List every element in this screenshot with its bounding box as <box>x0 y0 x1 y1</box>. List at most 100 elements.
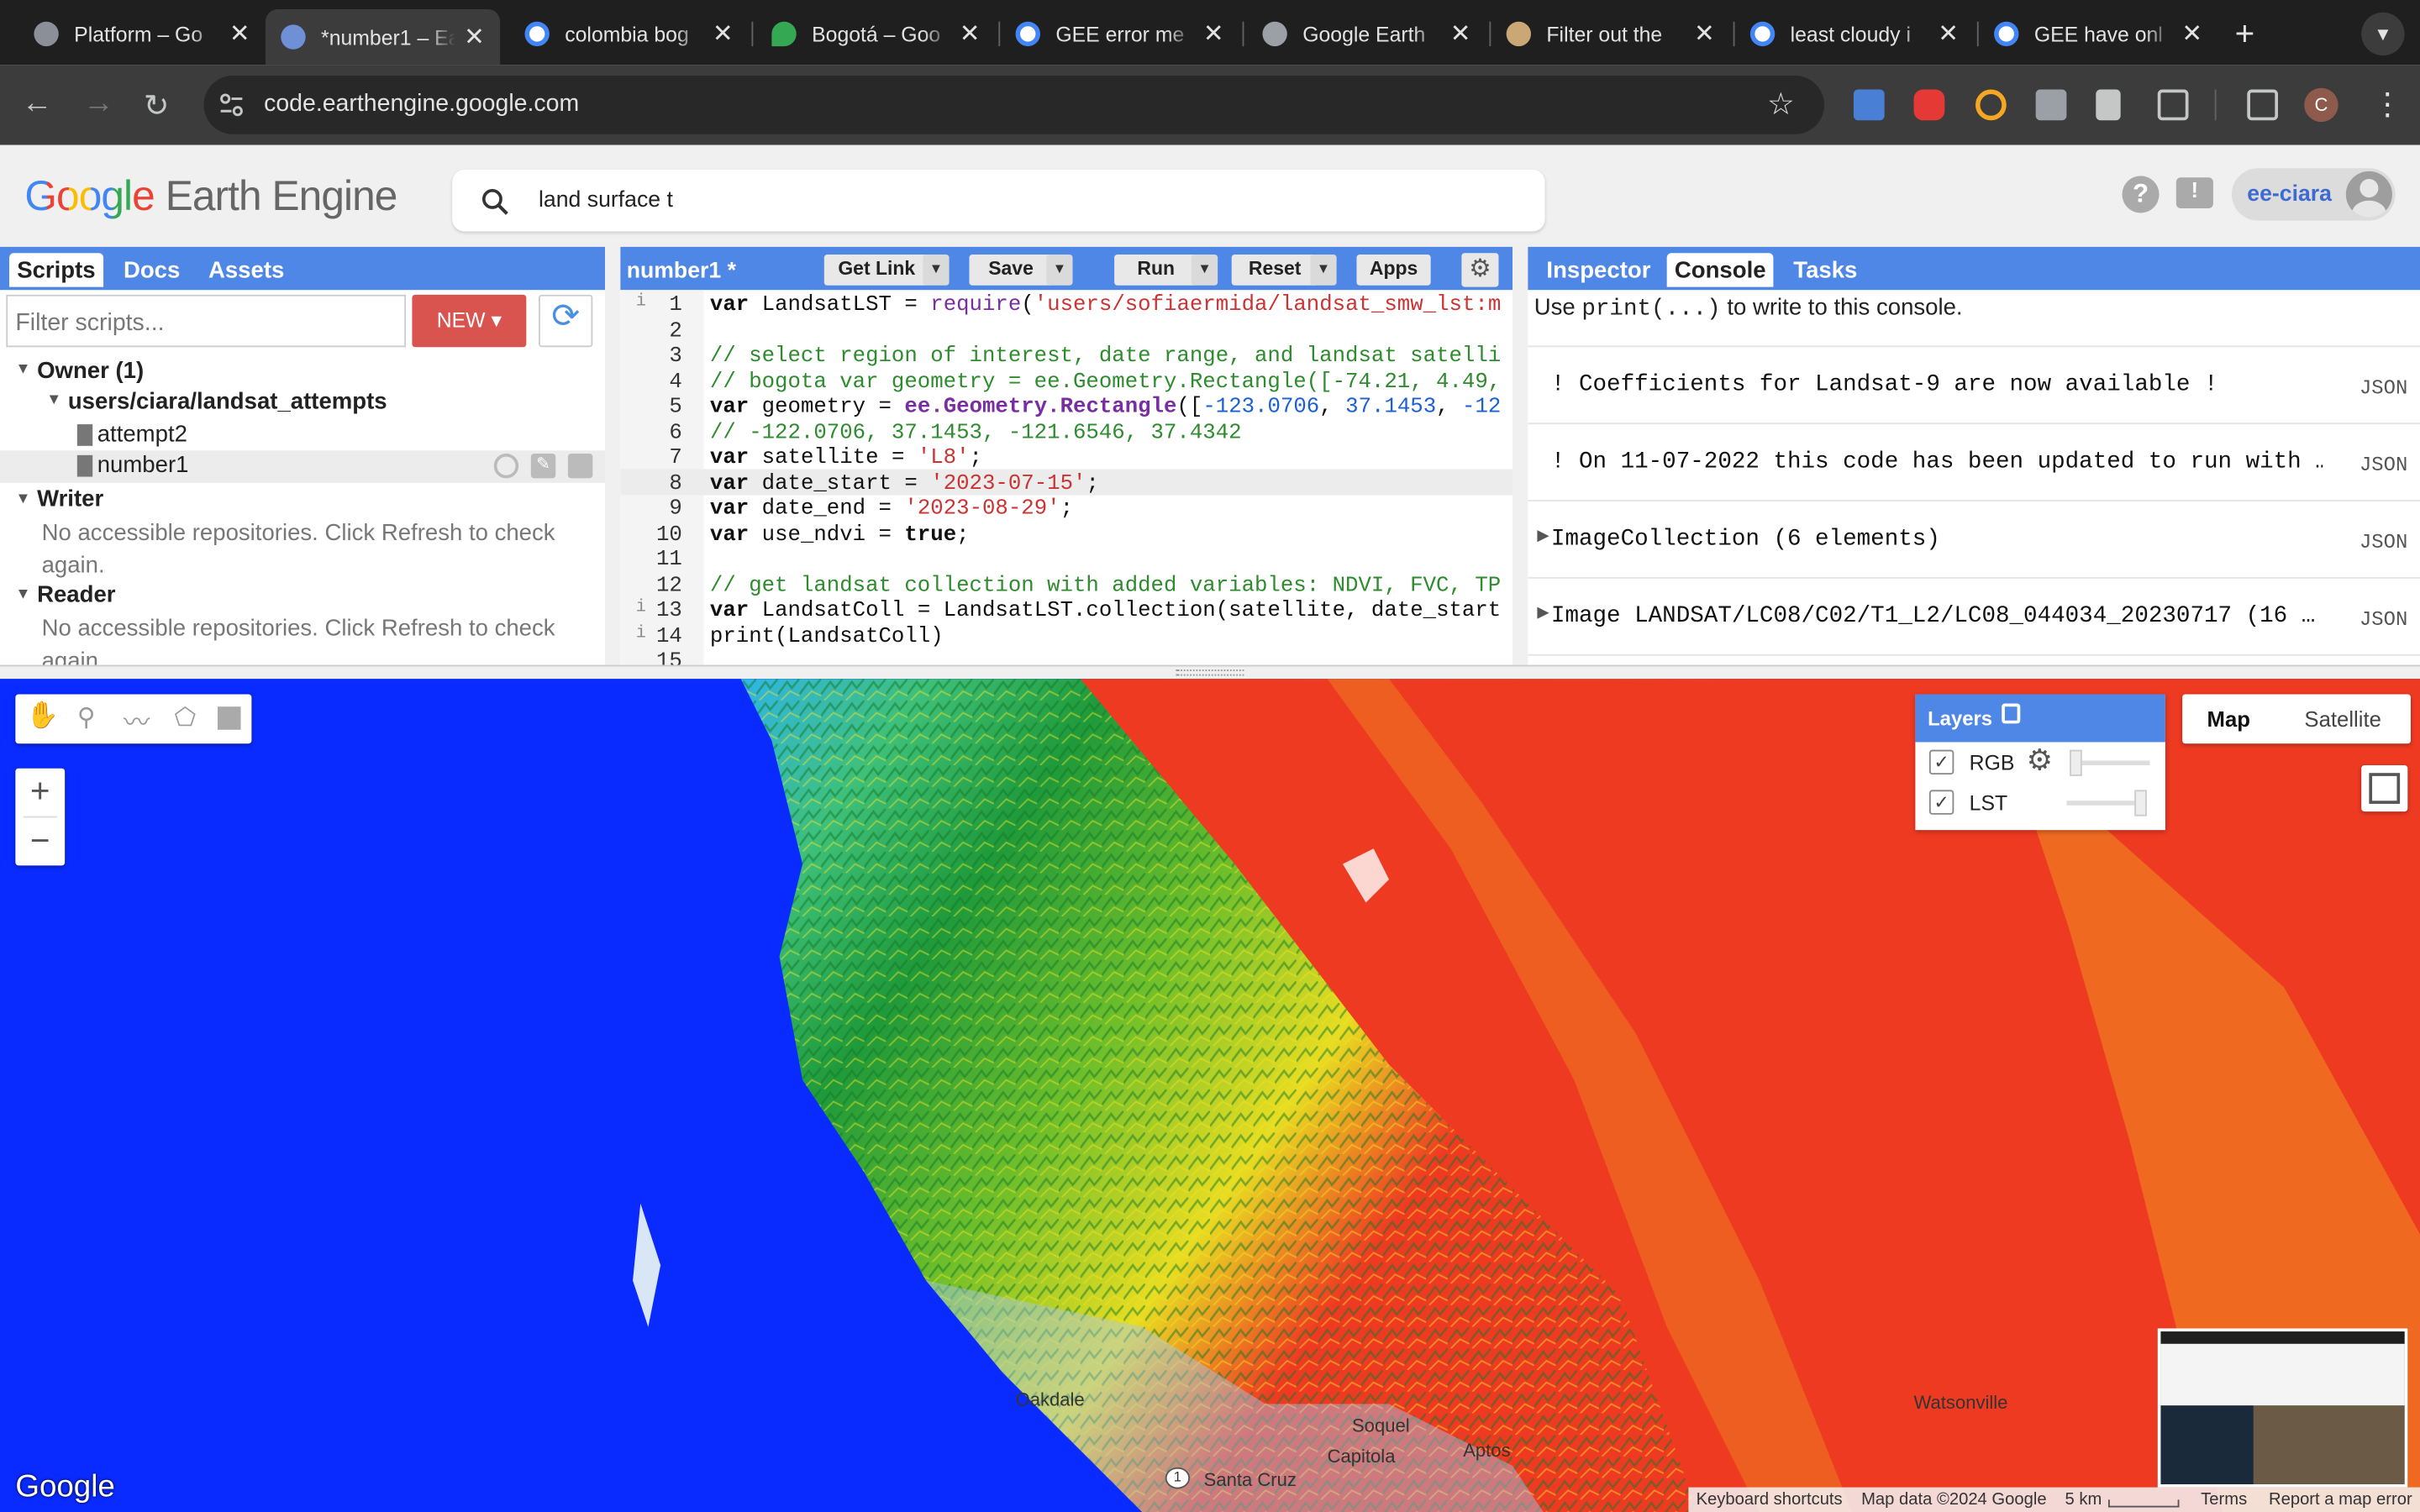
bookmark-star-icon[interactable]: ☆ <box>1767 85 1795 123</box>
fullscreen-button[interactable] <box>2361 765 2408 812</box>
tab-search-chevron-icon[interactable]: ▼ <box>2361 12 2405 56</box>
user-account-button[interactable]: ee-ciara <box>2231 168 2396 221</box>
owner-section-label[interactable]: Owner (1) <box>37 358 144 384</box>
save-dropdown-icon[interactable]: ▼ <box>1046 255 1073 286</box>
forward-arrow-icon[interactable]: → <box>83 87 114 122</box>
close-tab-icon[interactable]: ✕ <box>1694 18 1715 50</box>
infinity-extension-icon[interactable] <box>1975 89 2007 121</box>
url-text[interactable]: code.earthengine.google.com <box>264 91 579 118</box>
collapse-triangle-icon[interactable]: ▼ <box>15 491 30 507</box>
collapse-triangle-icon[interactable]: ▼ <box>15 361 30 378</box>
console-row[interactable]: ▶ ImageCollection (6 elements) JSON <box>1528 501 2420 579</box>
run-button[interactable]: Run <box>1114 255 1198 286</box>
map-resize-splitter[interactable] <box>0 664 2420 680</box>
get-link-dropdown-icon[interactable]: ▼ <box>923 255 950 286</box>
keyboard-shortcuts-link[interactable]: Keyboard shortcuts <box>1697 1490 1843 1509</box>
address-bar[interactable]: code.earthengine.google.com ☆ <box>203 76 1825 134</box>
map-type-satellite-button[interactable]: Satellite <box>2275 695 2411 744</box>
tab-docs[interactable]: Docs <box>116 253 188 286</box>
close-tab-icon[interactable]: ✕ <box>2181 18 2202 50</box>
code-editor[interactable]: i 1 var LandsatLST = require('users/sofiae… <box>620 290 1512 665</box>
map-type-map-button[interactable]: Map <box>2182 695 2275 744</box>
browser-tab[interactable]: GEE error me ✕ <box>1000 9 1239 59</box>
json-button[interactable]: JSON <box>2360 531 2407 554</box>
editor-settings-gear-icon[interactable]: ⚙ <box>1461 253 1499 287</box>
browser-tab-active[interactable]: *number1 – Ea ✕ <box>265 9 501 66</box>
new-script-button[interactable]: NEW ▾ <box>412 294 527 348</box>
search-box[interactable]: land surface t <box>452 170 1545 232</box>
r-extension-icon[interactable] <box>2035 89 2067 121</box>
new-tab-plus-icon[interactable]: + <box>2235 14 2255 55</box>
layer-visibility-checkbox[interactable]: ✓ <box>1928 790 1954 815</box>
document-extension-icon[interactable] <box>2096 89 2121 121</box>
history-icon[interactable] <box>493 454 519 479</box>
scale-label[interactable]: 5 km <box>2065 1490 2102 1509</box>
layer-visibility-checkbox[interactable]: ✓ <box>1928 749 1954 775</box>
site-settings-icon[interactable] <box>219 92 244 117</box>
extensions-puzzle-icon[interactable] <box>2157 89 2189 121</box>
lock-icon[interactable] <box>2002 703 2021 724</box>
draw-polygon-icon[interactable]: ⬠ <box>175 702 197 733</box>
close-tab-icon[interactable]: ✕ <box>1203 18 1224 50</box>
expand-triangle-icon[interactable]: ▶ <box>1537 528 1549 544</box>
console-object[interactable]: ImageCollection (6 elements) <box>1551 526 2323 552</box>
browser-tab[interactable]: Bogotá – Goo ✕ <box>756 9 996 59</box>
earth-engine-logo[interactable]: Google Earth Engine <box>24 173 397 221</box>
reset-dropdown-icon[interactable]: ▼ <box>1310 255 1337 286</box>
console-object[interactable]: Image LANDSAT/LC08/C02/T1_L2/LC08_044034… <box>1551 603 2323 629</box>
tab-scripts[interactable]: Scripts <box>9 253 103 287</box>
reload-icon[interactable]: ↻ <box>144 87 170 125</box>
get-link-button[interactable]: Get Link <box>823 255 929 286</box>
close-tab-icon[interactable]: ✕ <box>713 18 734 50</box>
browser-tab[interactable]: colombia bog ✕ <box>509 9 749 59</box>
close-tab-icon[interactable]: ✕ <box>464 22 485 53</box>
add-marker-icon[interactable]: ⚲ <box>77 702 96 733</box>
tab-tasks[interactable]: Tasks <box>1786 253 1865 286</box>
rename-pencil-icon[interactable]: ✎ <box>530 454 556 479</box>
help-icon[interactable]: ? <box>2122 176 2160 213</box>
draw-line-icon[interactable]: 〰 <box>124 701 150 739</box>
side-panel-icon[interactable] <box>2247 89 2279 121</box>
back-arrow-icon[interactable]: ← <box>22 87 53 122</box>
collapse-triangle-icon[interactable]: ▼ <box>15 586 30 603</box>
browser-tab[interactable]: Platform – Go ✕ <box>18 9 266 59</box>
tab-console[interactable]: Console <box>1666 253 1774 287</box>
panel-divider[interactable] <box>605 246 621 665</box>
reader-section-label[interactable]: Reader <box>37 581 115 607</box>
pan-hand-icon[interactable]: ✋ <box>26 701 59 732</box>
browser-tab[interactable]: Google Earth ✕ <box>1247 9 1486 59</box>
delete-icon[interactable] <box>567 454 593 479</box>
json-button[interactable]: JSON <box>2360 608 2407 632</box>
browser-tab[interactable]: Filter out the ✕ <box>1491 9 1730 59</box>
panel-divider[interactable] <box>1512 246 1528 665</box>
apps-button[interactable]: Apps <box>1356 255 1431 286</box>
save-button[interactable]: Save <box>969 255 1053 286</box>
terms-link[interactable]: Terms <box>2201 1490 2247 1509</box>
reset-button[interactable]: Reset <box>1231 255 1318 286</box>
filter-scripts-input[interactable]: Filter scripts... <box>6 294 407 348</box>
browser-tab[interactable]: least cloudy i ✕ <box>1734 9 1974 59</box>
zoom-in-icon[interactable]: + <box>15 769 65 816</box>
opacity-slider-handle[interactable] <box>2070 749 2082 776</box>
search-input[interactable]: land surface t <box>539 188 673 213</box>
tab-inspector[interactable]: Inspector <box>1539 253 1658 286</box>
map-view[interactable]: ✋ ⚲ 〰 ⬠ + − Layers ✓ RGB ⚙ ✓ LST Map Sat… <box>0 679 2420 1512</box>
close-tab-icon[interactable]: ✕ <box>1938 18 1959 50</box>
run-dropdown-icon[interactable]: ▼ <box>1191 255 1218 286</box>
feedback-icon[interactable]: ! <box>2175 177 2213 208</box>
profile-avatar[interactable]: C <box>2304 87 2338 123</box>
map-overview-thumbnail[interactable] <box>2157 1328 2408 1488</box>
script-file-item-selected[interactable]: number1 ✎ <box>0 450 605 483</box>
json-button[interactable]: JSON <box>2360 376 2407 400</box>
repository-label[interactable]: users/ciara/landsat_attempts <box>68 389 387 415</box>
drag-handle-icon[interactable] <box>1176 669 1244 676</box>
browser-tab[interactable]: GEE have onl ✕ <box>1979 9 2218 59</box>
browser-menu-kebab-icon[interactable]: ⋮ <box>2372 85 2403 123</box>
json-button[interactable]: JSON <box>2360 454 2407 477</box>
opacity-slider-handle[interactable] <box>2134 790 2147 816</box>
console-row[interactable]: ▶ Image LANDSAT/LC08/C02/T1_L2/LC08_0440… <box>1528 579 2420 656</box>
video-extension-icon[interactable] <box>1913 89 1945 121</box>
refresh-scripts-button[interactable]: ⟳ <box>539 294 593 348</box>
layer-settings-gear-icon[interactable]: ⚙ <box>2027 743 2053 779</box>
collapse-triangle-icon[interactable]: ▼ <box>46 392 61 409</box>
